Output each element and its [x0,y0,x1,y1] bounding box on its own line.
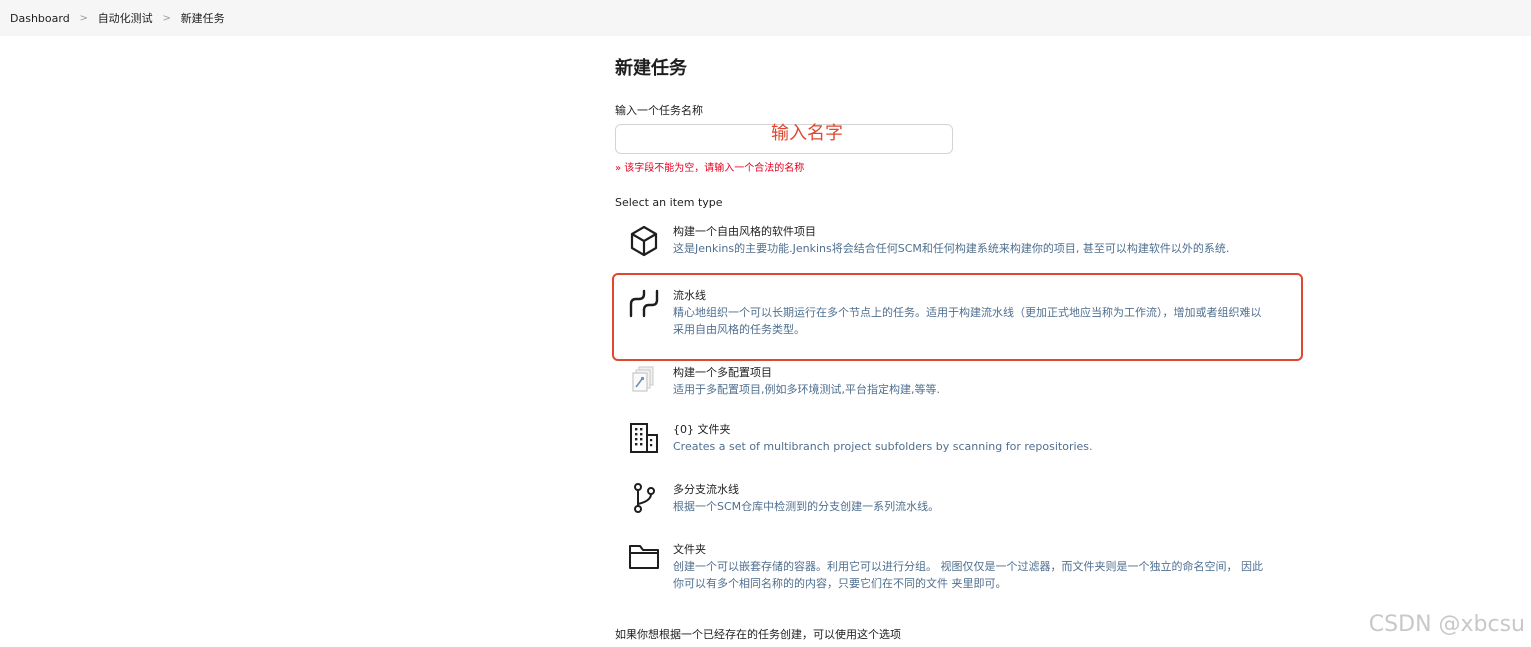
item-type-description: Creates a set of multibranch project sub… [673,440,1093,453]
item-type-name: {0} 文件夹 [673,423,731,436]
item-type-description: 精心地组织一个可以长期运行在多个节点上的任务。适用于构建流水线（更加正式地应当称… [673,306,1262,319]
branch-icon [615,482,673,515]
organization-folder-icon [615,422,673,455]
item-type-name: 多分支流水线 [673,483,739,496]
new-item-form: 新建任务 输入一个任务名称 输入名字 » 该字段不能为空，请输入一个合法的名称 … [612,56,1315,641]
item-type-description: 根据一个SCM仓库中检测到的分支创建一系列流水线。 [673,500,940,513]
breadcrumb-dashboard[interactable]: Dashboard [10,12,70,25]
breadcrumb-automation-test[interactable]: 自动化测试 [98,10,153,26]
box-icon [615,224,673,258]
item-type-description: 创建一个可以嵌套存储的容器。利用它可以进行分组。 视图仅仅是一个过滤器，而文件夹… [673,560,1263,573]
pipeline-icon [615,288,673,338]
breadcrumb-separator: > [79,12,88,24]
item-type-name: 流水线 [673,289,706,302]
breadcrumb-separator: > [162,12,171,24]
multi-config-icon [615,365,673,398]
item-type-name: 构建一个多配置项目 [673,366,772,379]
item-type-description: 你可以有多个相同名称的的内容，只要它们在不同的文件 夹里即可。 [673,577,1007,590]
item-type-description: 这是Jenkins的主要功能.Jenkins将会结合任何SCM和任何构建系统来构… [673,242,1230,255]
item-type-pipeline[interactable]: 流水线 精心地组织一个可以长期运行在多个节点上的任务。适用于构建流水线（更加正式… [615,288,1295,338]
item-type-folder[interactable]: 文件夹 创建一个可以嵌套存储的容器。利用它可以进行分组。 视图仅仅是一个过滤器，… [615,542,1295,592]
item-type-description: 采用自由风格的任务类型。 [673,323,805,336]
item-name-label: 输入一个任务名称 [615,104,703,117]
item-type-label: Select an item type [615,196,723,209]
breadcrumb: Dashboard > 自动化测试 > 新建任务 [0,10,225,26]
copy-from-label: 如果你想根据一个已经存在的任务创建，可以使用这个选项 [615,628,901,641]
item-type-name: 文件夹 [673,543,706,556]
item-name-field[interactable] [615,124,953,154]
item-type-name: 构建一个自由风格的软件项目 [673,225,816,238]
item-type-freestyle[interactable]: 构建一个自由风格的软件项目 这是Jenkins的主要功能.Jenkins将会结合… [615,224,1295,258]
item-type-description: 适用于多配置项目,例如多环境测试,平台指定构建,等等. [673,383,940,396]
item-name-error: » 该字段不能为空，请输入一个合法的名称 [615,163,805,174]
watermark: CSDN @xbcsu [1368,612,1525,637]
breadcrumb-bar: Dashboard > 自动化测试 > 新建任务 [0,0,1531,36]
breadcrumb-new-item[interactable]: 新建任务 [181,10,225,26]
page-title: 新建任务 [615,58,687,79]
item-name-input[interactable] [616,125,952,153]
folder-icon [615,542,673,592]
item-type-multi-config[interactable]: 构建一个多配置项目 适用于多配置项目,例如多环境测试,平台指定构建,等等. [615,365,1295,398]
item-type-organization-folder[interactable]: {0} 文件夹 Creates a set of multibranch pro… [615,422,1295,455]
item-type-multibranch-pipeline[interactable]: 多分支流水线 根据一个SCM仓库中检测到的分支创建一系列流水线。 [615,482,1295,515]
